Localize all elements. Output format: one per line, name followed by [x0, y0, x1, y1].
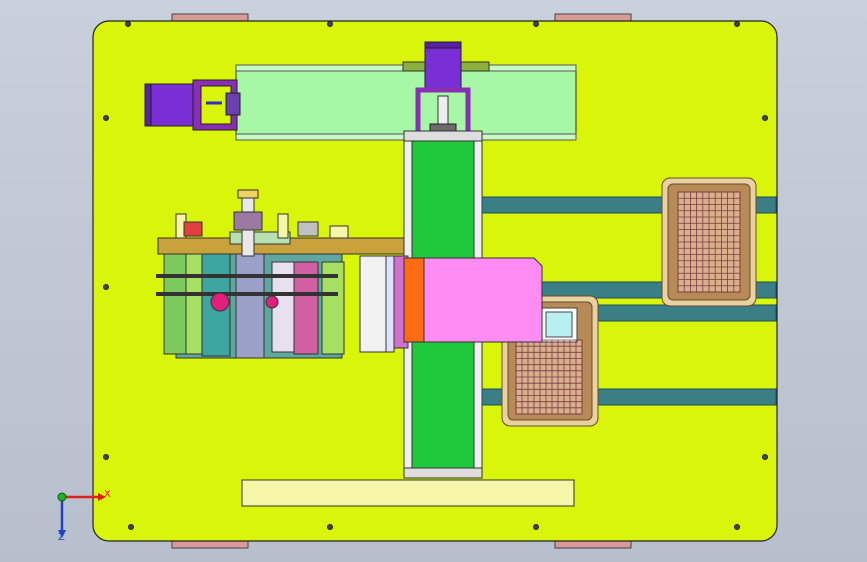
y-axis-dot	[57, 492, 67, 502]
z-axis-label: Z	[58, 532, 65, 543]
z-axis-motor[interactable]	[415, 41, 471, 137]
horizontal-linear-module[interactable]	[235, 61, 577, 141]
tray-upper-right[interactable]	[661, 177, 757, 307]
cad-assembly-view[interactable]: X Z	[0, 0, 867, 562]
gripper-block[interactable]	[389, 255, 543, 349]
x-axis-label: X	[104, 489, 111, 500]
x-axis-motor[interactable]	[144, 79, 241, 131]
bottom-rail-bar[interactable]	[241, 479, 575, 507]
